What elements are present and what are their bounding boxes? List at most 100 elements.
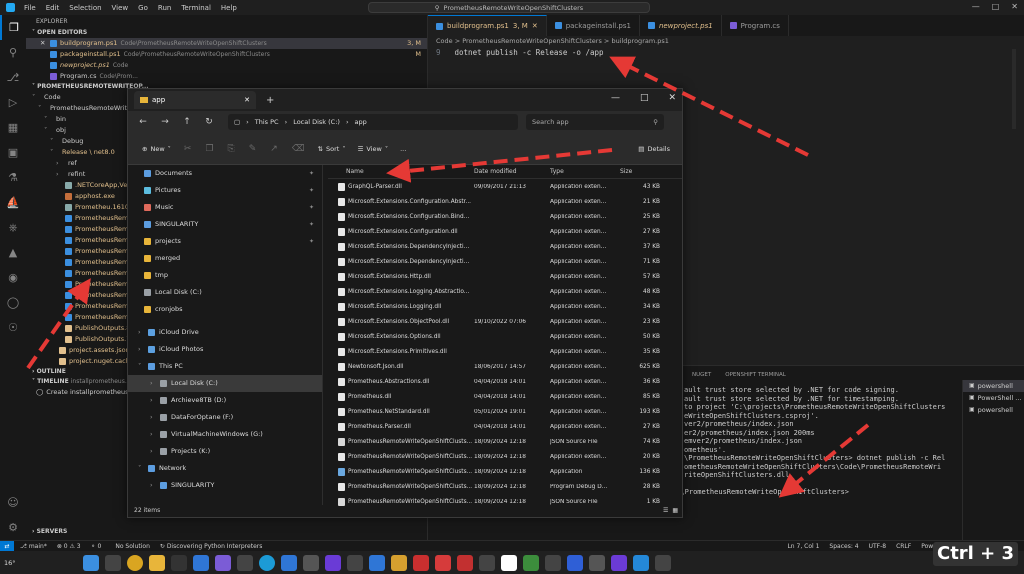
menu-file[interactable]: File [24, 4, 36, 12]
chrome-icon[interactable] [127, 554, 143, 571]
app-icon[interactable] [545, 554, 561, 571]
nav-item[interactable]: SINGULARITY ✦ [128, 216, 322, 233]
maximize-icon[interactable]: □ [992, 2, 1000, 11]
terminal-icon[interactable] [171, 554, 187, 571]
terminal-instance[interactable]: ▣ powershell [963, 380, 1024, 392]
app-icon[interactable] [501, 554, 517, 571]
nav-item[interactable]: projects ✦ [128, 233, 322, 250]
share-icon[interactable]: ↗ [263, 139, 285, 159]
file-row[interactable]: Newtonsoft.Json.dll 18/06/2017 14:57 Appli… [328, 359, 682, 374]
breadcrumb-local-disk[interactable]: Local Disk (C:) [293, 118, 340, 126]
encoding[interactable]: UTF-8 [869, 543, 887, 550]
copilot-icon[interactable]: ☉ [0, 315, 26, 340]
refresh-icon[interactable]: ↻ [198, 117, 220, 127]
tab-packageinstall-ps1[interactable]: packageinstall.ps1 [547, 15, 640, 36]
app-icon[interactable] [457, 554, 473, 571]
app-icon[interactable] [391, 554, 407, 571]
nav-item[interactable]: › Projects (K:) [128, 443, 322, 460]
python-indicator[interactable]: ↻ Discovering Python Interpreters [160, 543, 262, 550]
paste-icon[interactable]: ⎘ [221, 139, 242, 159]
up-icon[interactable]: ↑ [176, 117, 198, 127]
cut-icon[interactable]: ✂ [177, 139, 199, 159]
file-row[interactable]: Microsoft.Extensions.Configuration.dll Ap… [328, 224, 682, 239]
more-options-button[interactable]: ... [394, 139, 412, 159]
openshift-icon[interactable]: ◉ [0, 265, 26, 290]
nav-item[interactable]: › Archieve8TB (D:) [128, 392, 322, 409]
file-explorer-icon[interactable] [149, 554, 165, 571]
ports-indicator[interactable]: ⚬ 0 [91, 543, 102, 550]
menu-help[interactable]: Help [221, 4, 237, 12]
open-editor-item[interactable]: packageinstall.ps1 Code\PrometheusRemoteW… [26, 49, 427, 60]
chevron-right-icon[interactable]: ˅ [138, 460, 144, 477]
servers-section[interactable]: › SERVERS [26, 527, 67, 537]
solution-indicator[interactable]: No Solution [115, 543, 150, 550]
file-row[interactable]: Microsoft.Extensions.Primitives.dll Appli… [328, 344, 682, 359]
address-bar[interactable]: ▢ › This PC › Local Disk (C:) › app [228, 114, 518, 130]
open-editor-item[interactable]: Program.cs Code\Prom... [26, 71, 427, 82]
nav-item[interactable]: › iCloud Photos [128, 341, 322, 358]
run-debug-icon[interactable]: ▷ [0, 90, 26, 115]
menu-run[interactable]: Run [158, 4, 171, 12]
close-icon[interactable]: ✕ [40, 38, 47, 49]
app-icon[interactable] [215, 554, 231, 571]
remote-indicator-icon[interactable]: ⇄ [0, 540, 14, 552]
nav-item[interactable]: › Local Disk (C:) [128, 375, 322, 392]
chevron-right-icon[interactable]: › [138, 324, 144, 341]
file-row[interactable]: Microsoft.Extensions.Logging.Abstractio.… [328, 284, 682, 299]
app-icon[interactable] [523, 554, 539, 571]
chevron-right-icon[interactable]: › [150, 409, 156, 426]
menu-selection[interactable]: Selection [69, 4, 101, 12]
list-view-icon[interactable]: ☰ [663, 507, 668, 514]
app-icon[interactable] [589, 554, 605, 571]
command-center[interactable]: ⚲ PrometheusRemoteWriteOpenShiftClusters [368, 2, 650, 13]
app-icon[interactable] [435, 554, 451, 571]
column-date[interactable]: Date modified [474, 168, 550, 175]
copy-icon[interactable]: ❐ [198, 139, 220, 159]
nav-item[interactable]: Music ✦ [128, 199, 322, 216]
terminal-instance[interactable]: ▣ PowerShell ... [963, 392, 1024, 404]
tab-program-cs[interactable]: Program.cs [722, 15, 789, 36]
view-button[interactable]: ☰ View ˅ [352, 139, 395, 159]
close-icon[interactable]: ✕ [532, 22, 538, 30]
app-icon[interactable] [611, 554, 627, 571]
nav-item[interactable]: Pictures ✦ [128, 182, 322, 199]
rename-icon[interactable]: ✎ [242, 139, 264, 159]
menu-go[interactable]: Go [138, 4, 148, 12]
start-icon[interactable] [83, 554, 99, 571]
chevron-right-icon[interactable]: › [150, 375, 156, 392]
app-icon[interactable] [347, 554, 363, 571]
nav-item[interactable]: ˅ Network [128, 460, 322, 477]
tab-buildprogram-ps1[interactable]: buildprogram.ps1 3, M ✕ [428, 15, 547, 36]
file-row[interactable]: Microsoft.Extensions.DependencyInjecti..… [328, 239, 682, 254]
chevron-right-icon[interactable]: › [150, 443, 156, 460]
nav-item[interactable]: › iCloud Drive [128, 324, 322, 341]
chevron-right-icon[interactable]: › [150, 477, 156, 494]
chevron-right-icon[interactable]: › [150, 426, 156, 443]
menu-edit[interactable]: Edit [46, 4, 60, 12]
file-row[interactable]: PrometheusRemoteWriteOpenShiftClusts... 1… [328, 479, 682, 494]
file-row[interactable]: Prometheus.Parser.dll 04/04/2018 14:01 App… [328, 419, 682, 434]
chevron-right-icon[interactable]: ˅ [138, 358, 144, 375]
testing-icon[interactable]: ⚗ [0, 165, 26, 190]
remote-explorer-icon[interactable]: ▣ [0, 140, 26, 165]
grid-view-icon[interactable]: ▦ [672, 507, 678, 514]
column-type[interactable]: Type [550, 168, 614, 175]
branch-indicator[interactable]: ⎇ main* [20, 543, 47, 550]
nav-item[interactable]: › VirtualMachineWindows (G:) [128, 426, 322, 443]
indentation[interactable]: Spaces: 4 [829, 543, 858, 550]
chevron-right-icon[interactable]: › [150, 392, 156, 409]
column-name[interactable]: Name [328, 168, 474, 175]
source-control-icon[interactable]: ⎇ [0, 65, 26, 90]
tab-openshift-terminal[interactable]: OPENSHIFT TERMINAL [725, 372, 786, 378]
file-row[interactable]: Prometheus.NetStandard.dll 05/01/2024 19:… [328, 404, 682, 419]
close-icon[interactable]: ✕ [668, 93, 676, 103]
maximize-icon[interactable]: □ [640, 93, 649, 103]
explorer-search-input[interactable]: Search app ⚲ [526, 114, 664, 130]
breadcrumb[interactable]: Code > PrometheusRemoteWriteOpenShiftClu… [428, 36, 1024, 47]
file-row[interactable]: PrometheusRemoteWriteOpenShiftClusts... 1… [328, 464, 682, 479]
docker-icon[interactable]: ⛵ [0, 190, 26, 215]
file-row[interactable]: Prometheus.Abstractions.dll 04/04/2018 14… [328, 374, 682, 389]
search-icon[interactable]: ⚲ [0, 40, 26, 65]
app-icon[interactable] [237, 554, 253, 571]
menu-view[interactable]: View [112, 4, 129, 12]
